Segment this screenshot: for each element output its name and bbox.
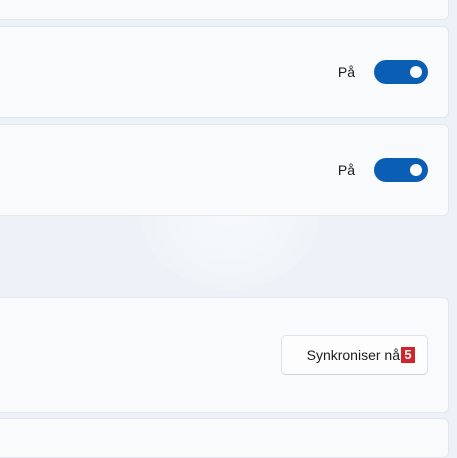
toggle-1-knob	[410, 66, 422, 78]
settings-card-bottom	[0, 418, 449, 458]
toggle-2-knob	[410, 164, 422, 176]
settings-card-sync: Synkroniser nå 5	[0, 297, 449, 413]
sync-now-label: Synkroniser nå	[306, 347, 400, 363]
toggle-1[interactable]: På	[338, 60, 428, 84]
toggle-1-switch[interactable]	[374, 60, 428, 84]
settings-card-top	[0, 0, 449, 20]
toggle-2-state-label: På	[337, 162, 355, 178]
settings-card-toggle-2: På	[0, 124, 449, 216]
sync-now-button[interactable]: Synkroniser nå 5	[280, 335, 428, 375]
toggle-2[interactable]: På	[338, 158, 428, 182]
sync-badge: 5	[401, 347, 415, 363]
toggle-2-switch[interactable]	[374, 158, 428, 182]
toggle-1-state-label: På	[337, 64, 355, 80]
settings-card-toggle-1: På	[0, 26, 449, 118]
